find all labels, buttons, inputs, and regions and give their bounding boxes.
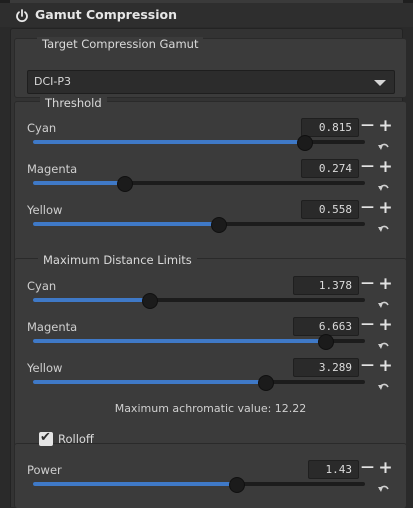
slider-fill (33, 181, 124, 185)
slider-label: Cyan (27, 121, 57, 135)
slider-thumb[interactable] (228, 477, 245, 493)
rolloff-group: Power 1.43 — + (14, 443, 407, 508)
chevron-down-icon (374, 80, 386, 86)
slider-label: Yellow (27, 361, 63, 375)
reset-arrow-icon[interactable] (378, 336, 390, 349)
limits-title: Maximum Distance Limits (38, 253, 197, 267)
slider-label: Magenta (27, 162, 78, 176)
reset-arrow-icon[interactable] (378, 219, 390, 232)
value-text: 3.289 (318, 361, 352, 374)
value-field[interactable]: 1.43 (308, 460, 359, 479)
plus-icon[interactable]: + (377, 358, 394, 375)
target-gamut-select[interactable]: DCI-P3 (27, 70, 395, 94)
reset-arrow-icon[interactable] (378, 137, 390, 150)
module-header[interactable]: Gamut Compression (0, 3, 413, 27)
slider-thumb[interactable] (296, 135, 313, 151)
value-field[interactable]: 1.378 (293, 276, 359, 295)
reset-arrow-icon[interactable] (378, 295, 390, 308)
plus-icon[interactable]: + (377, 460, 394, 477)
slider-track[interactable] (33, 135, 365, 151)
minus-icon[interactable]: — (359, 118, 376, 135)
slider-thumb[interactable] (142, 293, 159, 309)
power-icon[interactable] (15, 9, 29, 23)
reset-arrow-icon[interactable] (378, 178, 390, 191)
slider-track[interactable] (33, 334, 365, 350)
slider-thumb[interactable] (211, 217, 228, 233)
value-text: 1.43 (325, 463, 353, 476)
slider-track[interactable] (33, 375, 365, 391)
value-text: 1.378 (318, 279, 352, 292)
value-text: 0.274 (318, 162, 352, 175)
plus-icon[interactable]: + (377, 200, 394, 217)
value-text: 0.558 (318, 203, 352, 216)
threshold-title: Threshold (40, 96, 107, 110)
slider-label: Cyan (27, 279, 57, 293)
rolloff-label: Rolloff (58, 432, 94, 446)
minus-icon[interactable]: — (359, 358, 376, 375)
slider-thumb[interactable] (258, 375, 275, 391)
slider-track[interactable] (33, 477, 365, 493)
max-achromatic-note: Maximum achromatic value: 12.22 (114, 402, 307, 415)
plus-icon[interactable]: + (377, 118, 394, 135)
value-field[interactable]: 0.815 (301, 118, 359, 137)
slider-fill (33, 482, 236, 486)
minus-icon[interactable]: — (359, 159, 376, 176)
value-field[interactable]: 3.289 (293, 358, 359, 377)
value-field[interactable]: 0.558 (301, 200, 359, 219)
plus-icon[interactable]: + (377, 317, 394, 334)
minus-icon[interactable]: — (359, 200, 376, 217)
plus-icon[interactable]: + (377, 276, 394, 293)
slider-track[interactable] (33, 293, 365, 309)
value-field[interactable]: 0.274 (301, 159, 359, 178)
slider-label: Power (27, 463, 62, 477)
slider-fill (33, 298, 150, 302)
plus-icon[interactable]: + (377, 159, 394, 176)
slider-fill (33, 380, 266, 384)
minus-icon[interactable]: — (359, 317, 376, 334)
slider-fill (33, 140, 304, 144)
minus-icon[interactable]: — (359, 460, 376, 477)
checkmark-icon: ✔ (40, 430, 51, 445)
target-gamut-title: Target Compression Gamut (37, 37, 204, 51)
minus-icon[interactable]: — (359, 276, 376, 293)
reset-arrow-icon[interactable] (378, 377, 390, 390)
value-text: 0.815 (318, 121, 352, 134)
slider-label: Magenta (27, 320, 78, 334)
reset-arrow-icon[interactable] (378, 479, 390, 492)
slider-thumb[interactable] (116, 176, 133, 192)
slider-fill (33, 222, 219, 226)
rolloff-checkbox[interactable]: ✔ (39, 430, 53, 446)
limits-group: Maximum Distance Limits Cyan 1.378— + Magen… (14, 253, 407, 456)
slider-track[interactable] (33, 176, 365, 192)
slider-label: Yellow (27, 203, 63, 217)
slider-fill (33, 339, 326, 343)
target-gamut-value: DCI-P3 (34, 75, 71, 88)
target-gamut-group: Target Compression Gamut DCI-P3 (14, 37, 407, 98)
slider-thumb[interactable] (318, 334, 335, 350)
module-title: Gamut Compression (35, 7, 177, 22)
slider-track[interactable] (33, 217, 365, 233)
value-text: 6.663 (318, 320, 352, 333)
threshold-group: Threshold Cyan 0.815— + Magenta 0.274— + Yello… (14, 96, 407, 268)
module-panel: Target Compression Gamut DCI-P3 Threshol… (10, 28, 407, 508)
